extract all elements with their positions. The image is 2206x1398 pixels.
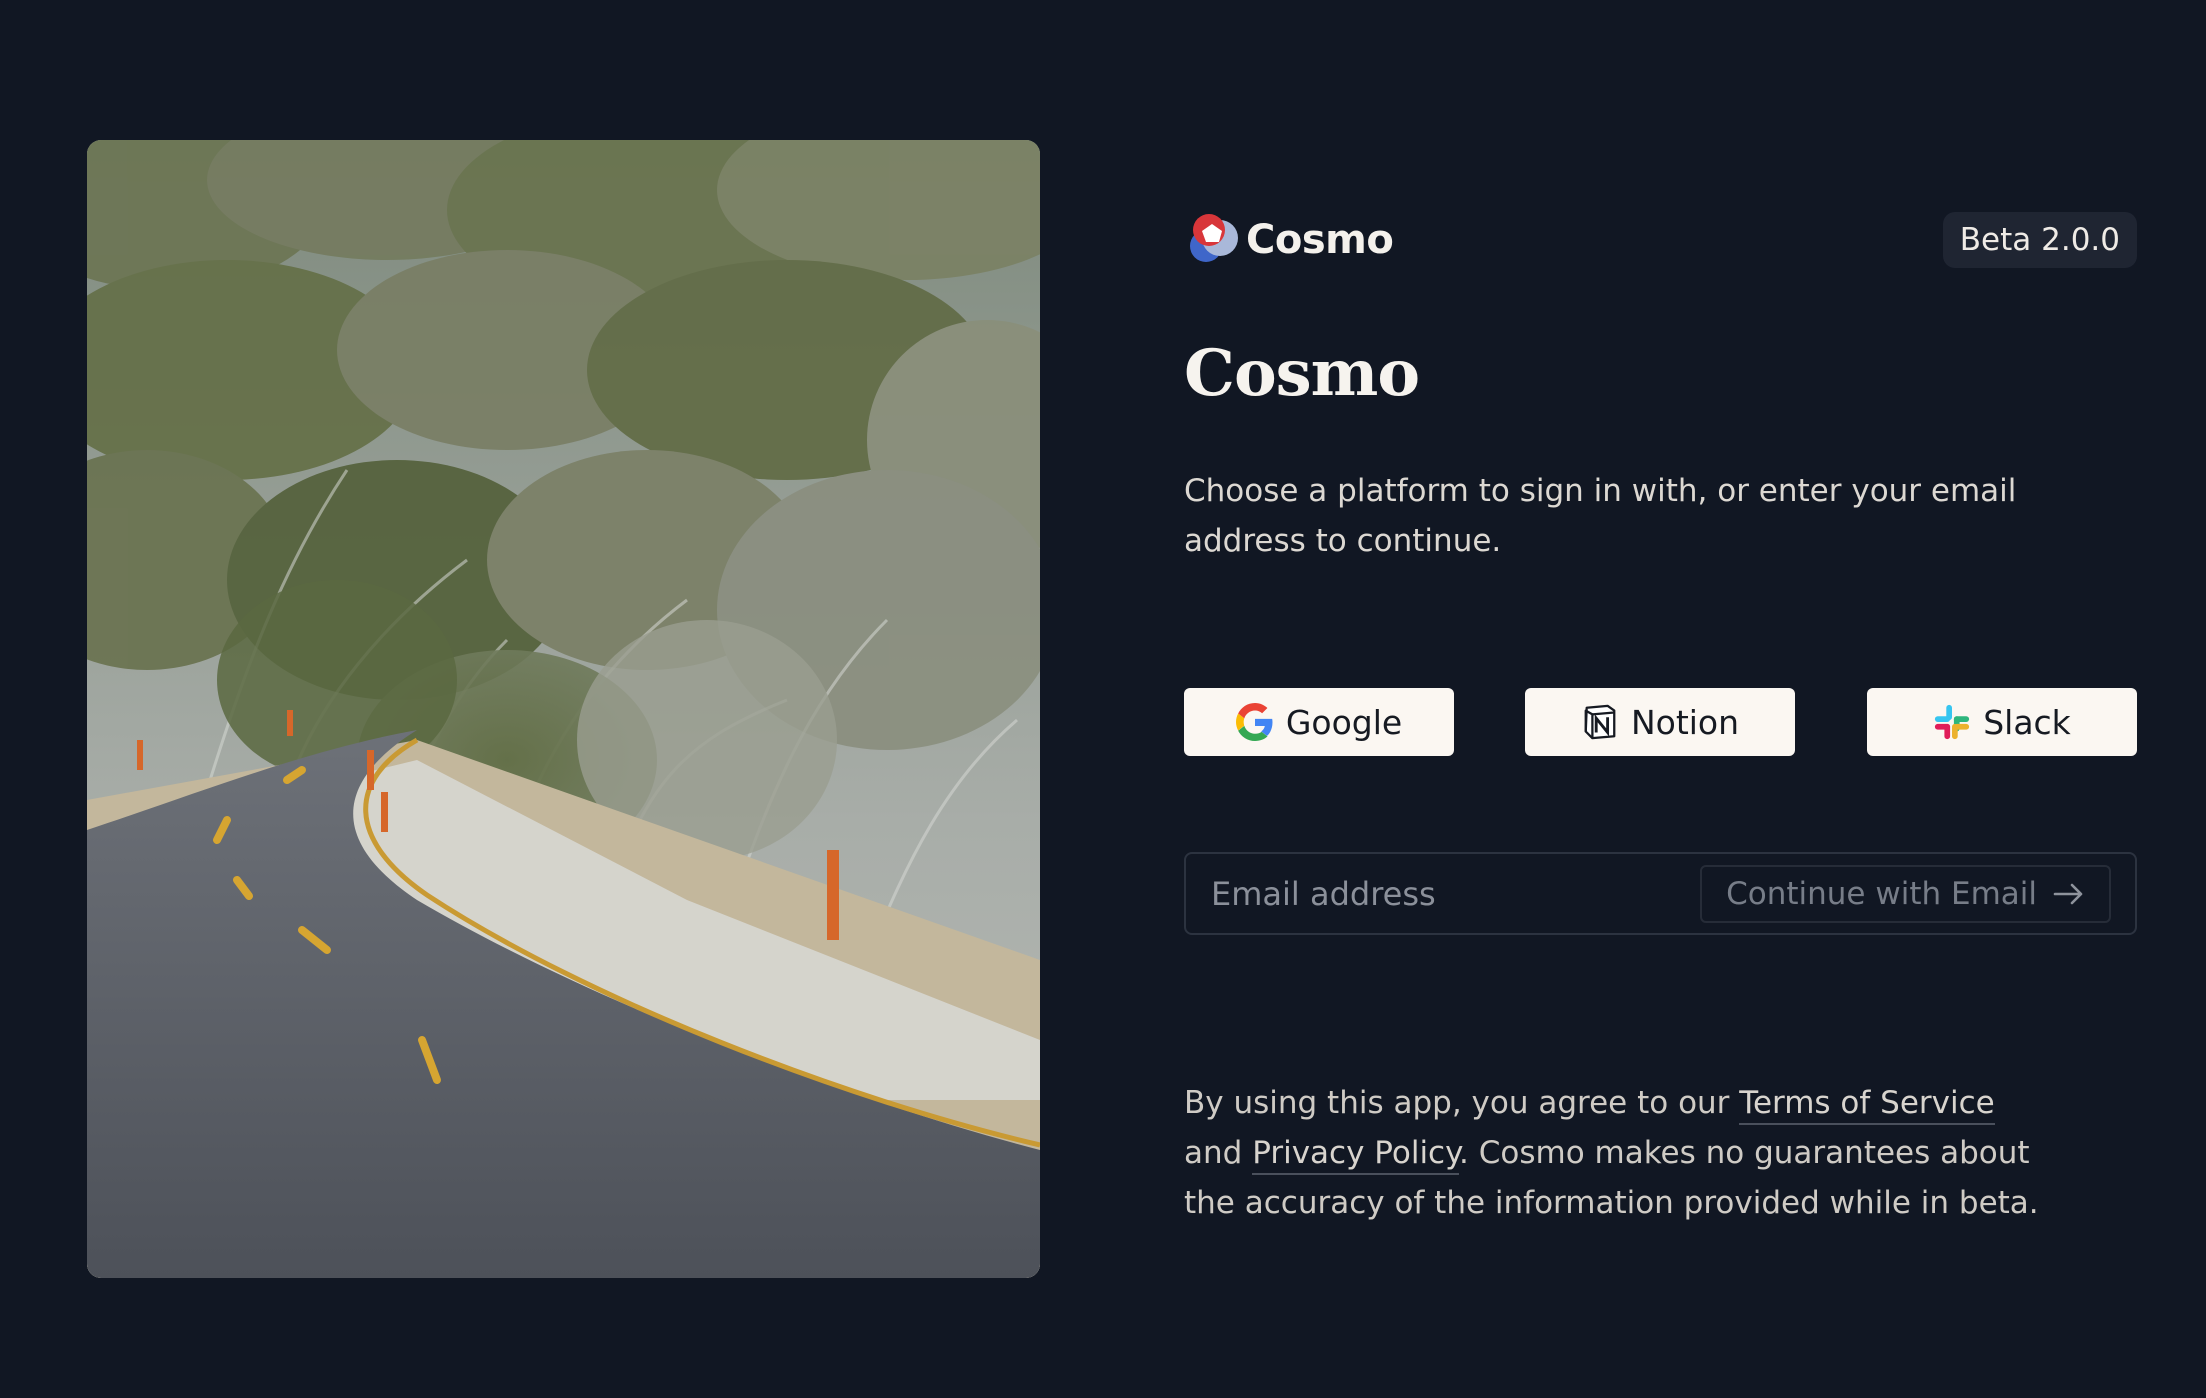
slack-sign-in-button[interactable]: Slack <box>1867 688 2137 756</box>
google-sign-in-button[interactable]: Google <box>1184 688 1454 756</box>
notion-sign-in-button[interactable]: Notion <box>1525 688 1795 756</box>
notion-button-label: Notion <box>1630 702 1740 742</box>
snowy-road-illustration <box>87 140 1040 1278</box>
legal-prefix: By using this app, you agree to our <box>1184 1085 1740 1121</box>
cosmo-logo-icon <box>1190 214 1238 262</box>
legal-notice: By using this app, you agree to our Term… <box>1184 1078 2044 1228</box>
slack-button-label: Slack <box>1983 702 2071 742</box>
terms-of-service-link[interactable]: Terms of Service <box>1739 1085 1995 1125</box>
brand: Cosmo <box>1184 210 1394 270</box>
google-button-label: Google <box>1285 702 1403 742</box>
legal-middle: and <box>1184 1135 1253 1171</box>
top-bar: Cosmo Beta 2.0.0 <box>1184 210 2137 270</box>
google-icon <box>1235 703 1273 741</box>
page-title: Cosmo <box>1184 336 1420 411</box>
hero-image <box>87 140 1040 1278</box>
email-form: Continue with Email <box>1184 852 2137 935</box>
email-input[interactable] <box>1186 854 1706 933</box>
privacy-policy-link[interactable]: Privacy Policy <box>1252 1135 1460 1175</box>
slack-icon <box>1935 704 1970 740</box>
subtitle: Choose a platform to sign in with, or en… <box>1184 473 2017 559</box>
continue-button-label: Continue with Email <box>1726 876 2037 912</box>
notion-icon <box>1584 704 1616 740</box>
arrow-right-icon <box>2053 883 2083 905</box>
continue-with-email-button[interactable]: Continue with Email <box>1700 865 2111 923</box>
brand-name: Cosmo <box>1246 217 1394 263</box>
sign-in-panel: Cosmo Beta 2.0.0 Cosmo Choose a platform… <box>1184 140 2137 1278</box>
version-badge: Beta 2.0.0 <box>1942 212 2137 268</box>
